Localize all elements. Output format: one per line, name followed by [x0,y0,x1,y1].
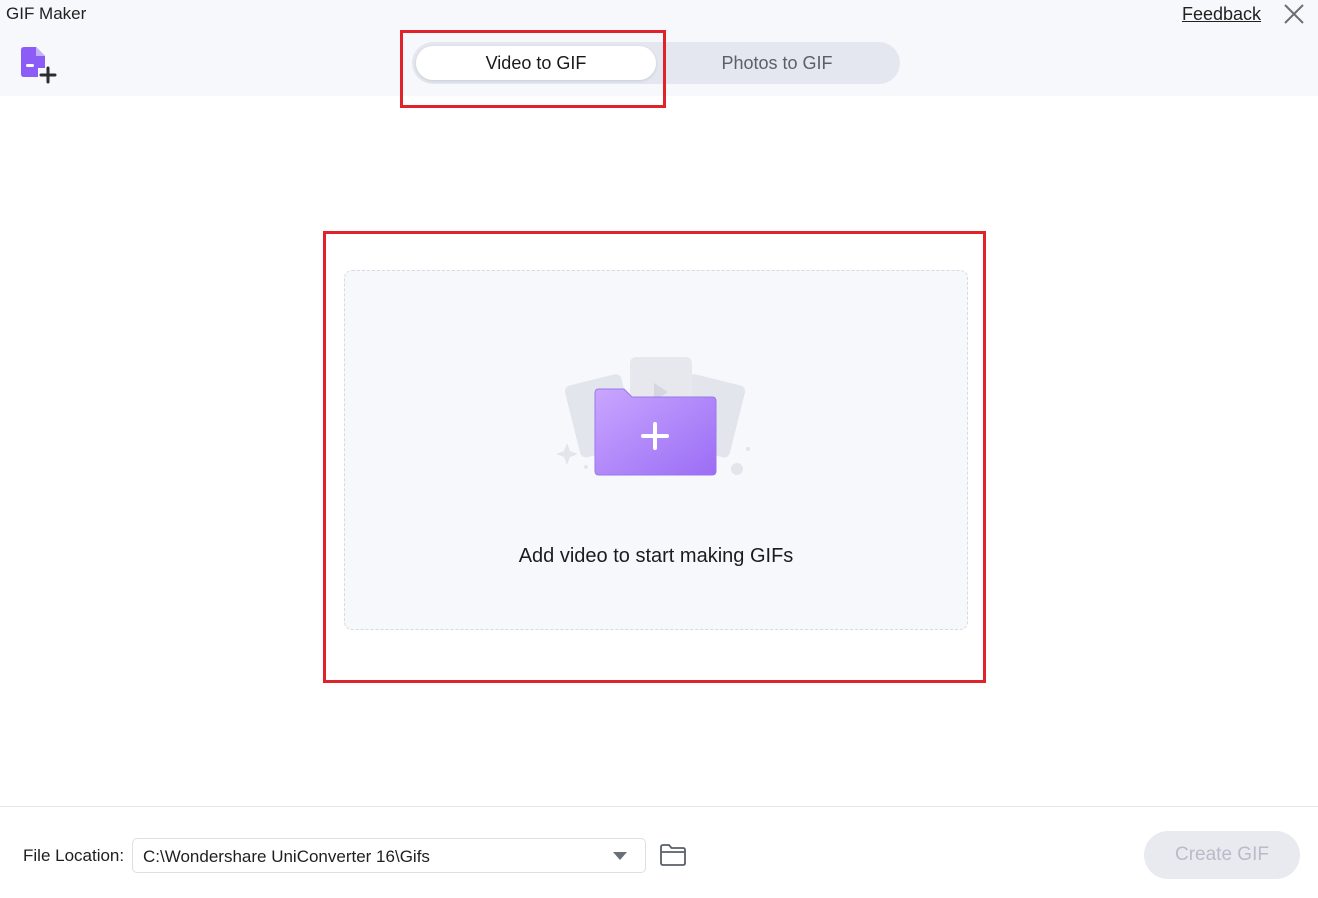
create-gif-button[interactable]: Create GIF [1144,831,1300,879]
footer-divider [0,806,1318,807]
feedback-link[interactable]: Feedback [1182,4,1261,25]
file-location-select[interactable]: C:\Wondershare UniConverter 16\Gifs [132,838,646,873]
close-button[interactable] [1282,2,1306,26]
open-folder-button[interactable] [659,843,687,867]
add-file-icon [21,47,57,84]
video-drop-zone[interactable]: Add video to start making GIFs [344,270,968,630]
chevron-down-icon[interactable] [613,852,627,860]
file-location-label: File Location: [23,846,125,865]
close-icon [1284,4,1304,24]
app-title: GIF Maker [6,4,87,23]
file-location-value: C:\Wondershare UniConverter 16\Gifs [143,847,430,866]
tab-video-to-gif[interactable]: Video to GIF [416,46,656,80]
mode-switch: Video to GIF Photos to GIF [412,42,900,84]
add-file-button[interactable] [16,44,58,86]
folder-plus-icon [556,357,750,476]
folder-icon [660,844,686,866]
tab-photos-to-gif[interactable]: Photos to GIF [658,46,896,80]
drop-zone-text: Add video to start making GIFs [518,545,794,567]
